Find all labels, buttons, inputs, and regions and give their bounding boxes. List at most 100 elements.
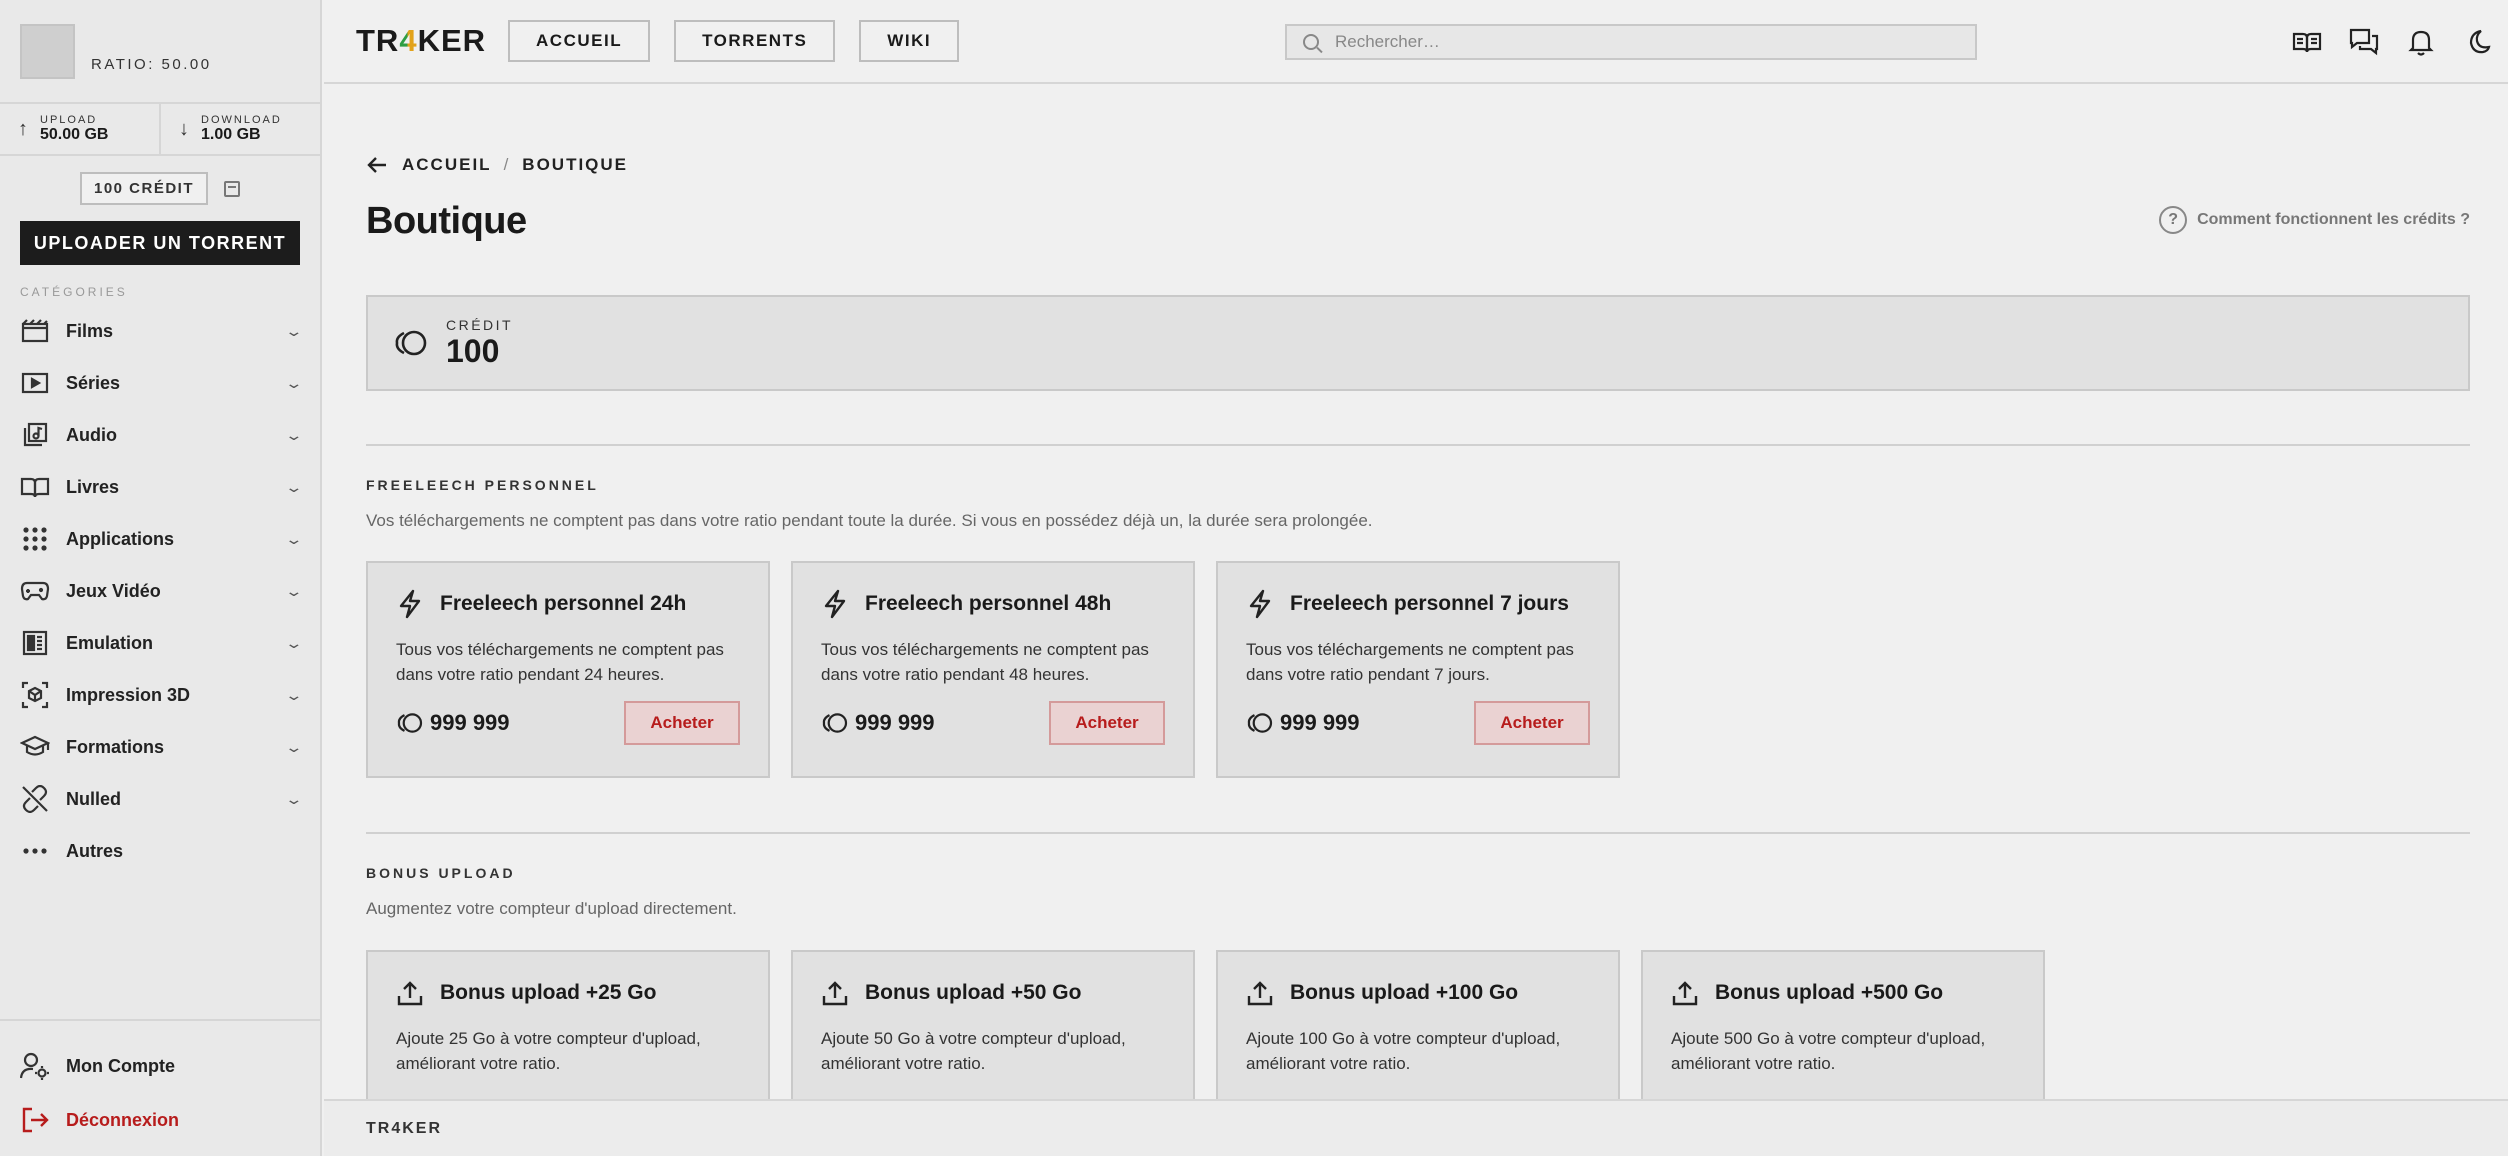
credit-row: 100 CRÉDIT [0, 156, 320, 205]
buy-button[interactable]: Acheter [1049, 701, 1165, 745]
sidebar-item-autres[interactable]: Autres [0, 825, 320, 877]
sidebar-item-label: Séries [66, 372, 121, 393]
emulation-icon [20, 628, 50, 658]
credit-balance-panel: CRÉDIT 100 [366, 295, 2470, 391]
sidebar-item-label: Audio [66, 424, 117, 445]
ratio-value: RATIO: 50.00 [91, 55, 212, 73]
sidebar-item-applications[interactable]: Applications ⌄ [0, 513, 320, 565]
card-description: Tous vos téléchargements ne comptent pas… [1246, 640, 1574, 684]
breadcrumb-separator: / [503, 155, 511, 174]
card-description: Ajoute 25 Go à votre compteur d'upload, … [396, 1029, 701, 1073]
bonus-upload-cards: Bonus upload +25 Go Ajoute 25 Go à votre… [366, 950, 2066, 1099]
top-icon-bar [2266, 26, 2494, 58]
nav-accueil[interactable]: ACCUEIL [508, 20, 651, 62]
breadcrumb-home[interactable]: ACCUEIL [402, 155, 492, 175]
sidebar-item-label: Impression 3D [66, 684, 191, 705]
search-icon [1303, 34, 1319, 50]
more-dots-icon [20, 836, 50, 866]
buy-button[interactable]: Acheter [1474, 701, 1590, 745]
chevron-down-icon: ⌄ [284, 426, 304, 443]
site-logo[interactable]: TR4KER [356, 23, 486, 59]
arrow-up-icon: ↑ [18, 117, 28, 140]
buy-button[interactable]: Acheter [624, 701, 740, 745]
arrow-down-icon: ↓ [179, 117, 189, 140]
main-content: ACCUEIL / BOUTIQUE Boutique ? Comment fo… [324, 86, 2508, 1099]
film-icon [20, 316, 50, 346]
logo-text-end: KER [417, 23, 487, 58]
sidebar-item-label: Emulation [66, 632, 154, 653]
upload-icon [1247, 981, 1273, 1006]
chevron-down-icon: ⌄ [284, 374, 304, 391]
upload-torrent-button[interactable]: UPLOADER UN TORRENT [20, 221, 300, 265]
sidebar-item-emulation[interactable]: Emulation ⌄ [0, 617, 320, 669]
page-title: Boutique [366, 200, 527, 242]
sidebar-item-livres[interactable]: Livres ⌄ [0, 461, 320, 513]
help-question-icon: ? [2159, 206, 2188, 234]
card-title: Bonus upload +50 Go [865, 981, 1082, 1004]
card-price-value: 999 999 [1280, 710, 1360, 735]
credit-badge[interactable]: 100 CRÉDIT [79, 172, 209, 205]
sidebar-item-jeux-video[interactable]: Jeux Vidéo ⌄ [0, 565, 320, 617]
card-description: Ajoute 50 Go à votre compteur d'upload, … [821, 1029, 1126, 1073]
upload-icon [822, 981, 848, 1006]
sidebar-item-impression-3d[interactable]: Impression 3D ⌄ [0, 669, 320, 721]
card-price: 999 999 [396, 710, 510, 736]
lightning-icon [1249, 589, 1271, 619]
avatar[interactable] [20, 23, 75, 79]
logo-text-accent: 4 [399, 23, 418, 58]
logout-link[interactable]: Déconnexion [0, 1093, 320, 1147]
dark-mode-moon-icon[interactable] [2462, 26, 2494, 58]
card-title: Bonus upload +25 Go [440, 981, 657, 1004]
upload-icon [1672, 981, 1698, 1006]
category-list: Films ⌄ Séries ⌄ Audio ⌄ Livres ⌄ Applic… [0, 305, 320, 877]
card-description: Ajoute 500 Go à votre compteur d'upload,… [1671, 1029, 1986, 1073]
user-summary: RATIO: 50.00 [0, 0, 320, 104]
download-label: DOWNLOAD [201, 114, 282, 126]
logout-label: Déconnexion [66, 1109, 180, 1130]
gamepad-icon [20, 576, 50, 606]
upload-stat: ↑ UPLOAD 50.00 GB [0, 104, 159, 154]
sidebar-item-nulled[interactable]: Nulled ⌄ [0, 773, 320, 825]
chevron-down-icon: ⌄ [284, 634, 304, 651]
upload-icon [397, 981, 423, 1006]
sidebar-item-series[interactable]: Séries ⌄ [0, 357, 320, 409]
section-desc-freeleech: Vos téléchargements ne comptent pas dans… [366, 511, 1373, 530]
card-price: 999 999 [821, 710, 935, 736]
messages-icon[interactable] [2348, 26, 2380, 58]
coins-icon [397, 713, 423, 733]
sidebar-account-section: Mon Compte Déconnexion [0, 1019, 320, 1156]
notifications-bell-icon[interactable] [2405, 26, 2437, 58]
credit-value: 100 [446, 332, 500, 369]
tv-play-icon [20, 368, 50, 398]
my-account-link[interactable]: Mon Compte [0, 1039, 320, 1093]
sidebar: RATIO: 50.00 ↑ UPLOAD 50.00 GB ↓ DOWNLOA… [0, 0, 322, 1156]
card-description: Tous vos téléchargements ne comptent pas… [396, 640, 724, 684]
wiki-book-icon[interactable] [2291, 26, 2323, 58]
book-open-icon [20, 472, 50, 502]
sidebar-item-formations[interactable]: Formations ⌄ [0, 721, 320, 773]
section-desc-bonus-upload: Augmentez votre compteur d'upload direct… [366, 899, 737, 918]
card-title: Freeleech personnel 48h [865, 592, 1112, 615]
card-description: Ajoute 100 Go à votre compteur d'upload,… [1246, 1029, 1561, 1073]
download-stat: ↓ DOWNLOAD 1.00 GB [159, 104, 320, 154]
page-footer: TR4KER [324, 1099, 2508, 1156]
sidebar-item-audio[interactable]: Audio ⌄ [0, 409, 320, 461]
search-input[interactable]: Rechercher… [1285, 24, 1977, 60]
card-description: Tous vos téléchargements ne comptent pas… [821, 640, 1149, 684]
lightning-icon [399, 589, 421, 619]
chevron-down-icon: ⌄ [284, 790, 304, 807]
nav-wiki[interactable]: WIKI [859, 20, 960, 62]
top-navigation: TR4KER ACCUEIL TORRENTS WIKI Rechercher… [324, 0, 2508, 84]
nav-torrents[interactable]: TORRENTS [674, 20, 836, 62]
coins-icon [1247, 713, 1273, 733]
sidebar-item-label: Jeux Vidéo [66, 580, 161, 601]
chevron-down-icon: ⌄ [284, 686, 304, 703]
breadcrumb: ACCUEIL / BOUTIQUE [366, 154, 628, 176]
arrow-left-icon[interactable] [366, 154, 388, 176]
sidebar-item-films[interactable]: Films ⌄ [0, 305, 320, 357]
credits-help-link[interactable]: ? Comment fonctionnent les crédits ? [2159, 206, 2470, 234]
apps-grid-icon [20, 524, 50, 554]
calculator-icon[interactable] [224, 180, 241, 197]
shop-card: Freeleech personnel 7 jours Tous vos tél… [1216, 561, 1620, 778]
chevron-down-icon: ⌄ [284, 322, 304, 339]
